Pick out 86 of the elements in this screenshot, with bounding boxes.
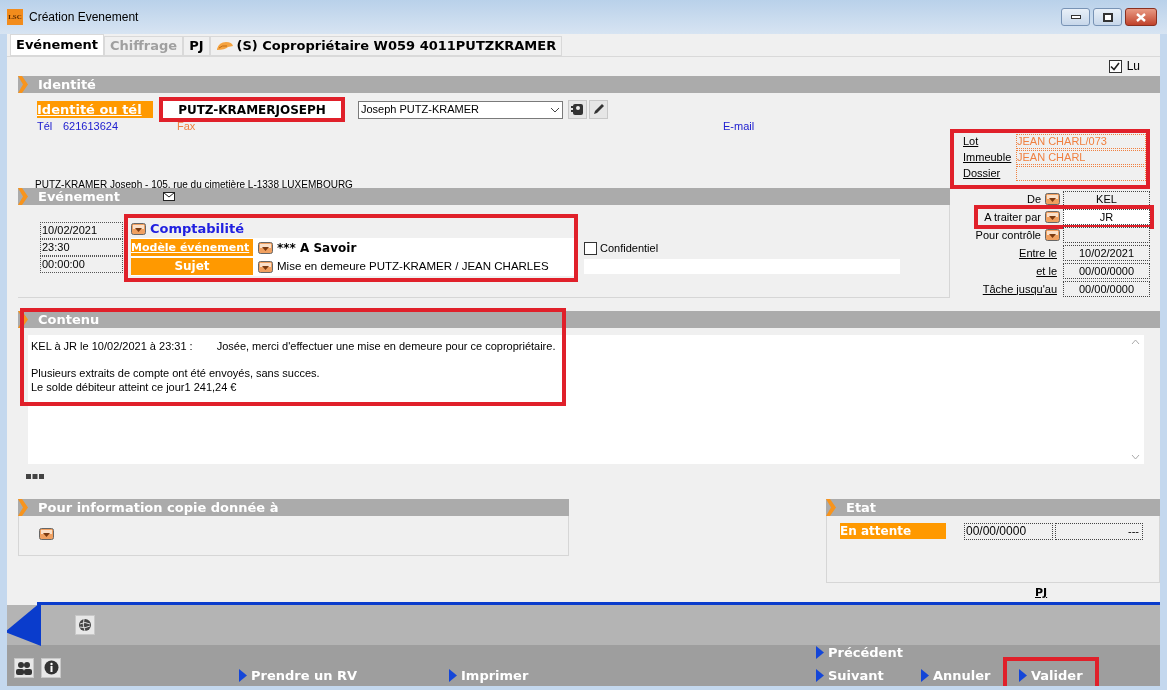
close-button[interactable] <box>1125 8 1157 26</box>
envelope-icon <box>163 192 176 201</box>
section-title: Contenu <box>38 310 100 329</box>
author-text: KEL à JR le 10/02/2021 à 23:31 : <box>31 339 193 353</box>
pencil-icon <box>592 103 605 116</box>
info-button[interactable] <box>41 657 61 678</box>
subject-text: Mise en demeure PUTZ-KRAMER / JEAN CHARLES <box>277 258 549 274</box>
chevron-icon <box>826 499 836 516</box>
field-label: Identité ou tél <box>37 101 153 118</box>
reference-field: JEAN CHARL/073 <box>1016 133 1146 149</box>
value-field[interactable]: 00/00/0000 <box>1063 281 1150 297</box>
field-label: Fax <box>177 119 197 135</box>
duration-field[interactable]: 00:00:00 <box>40 256 123 273</box>
field-label[interactable]: Dossier <box>954 164 1016 182</box>
dropdown-icon[interactable] <box>1045 193 1060 205</box>
triangle-right-icon <box>239 669 247 682</box>
value-field[interactable]: JR <box>1063 209 1150 225</box>
field-label: A traiter par <box>984 209 1041 225</box>
chevron-down-icon <box>550 106 560 113</box>
section-title: Evénement <box>38 188 121 206</box>
category-text: Comptabilité <box>150 220 244 239</box>
checkmark-icon <box>1110 61 1121 71</box>
contact-card-icon <box>571 103 584 116</box>
dropdown-icon[interactable] <box>1045 211 1060 223</box>
contact-dropdown[interactable]: Joseph PUTZ-KRAMER <box>358 100 563 119</box>
section-title: Etat <box>846 498 877 517</box>
window-title: Création Evenement <box>29 9 139 26</box>
section-title: Identité <box>38 75 96 94</box>
contact-card-button[interactable] <box>568 100 587 119</box>
triangle-right-icon <box>816 669 824 682</box>
status-label: En attente <box>840 523 946 539</box>
triangle-right-icon <box>816 646 824 659</box>
tab[interactable]: (S) Copropriétaire W059 4011PUTZKRAMER <box>209 36 563 56</box>
field-label[interactable]: Entre le <box>1019 244 1057 262</box>
tab[interactable]: PJ <box>183 36 210 56</box>
message-text: Josée, merci d'effectuer une mise en demeure pour ce copropriétaire. <box>216 339 556 353</box>
field-label: E-mail <box>723 119 755 135</box>
globe-button[interactable] <box>75 614 95 635</box>
date-field[interactable]: 00/00/0000 <box>964 523 1053 540</box>
close-icon <box>1136 12 1146 22</box>
chevron-icon <box>18 499 28 516</box>
field-label[interactable]: Tâche jusqu'au <box>982 280 1057 298</box>
value-field[interactable]: --- <box>1055 523 1143 540</box>
triangle-right-icon <box>921 669 929 682</box>
confidential-checkbox[interactable]: Confidentiel <box>584 240 900 257</box>
contacts-button[interactable] <box>14 657 34 678</box>
address-text: PUTZ-KRAMER Joseph - 105, rue du cimetière L-1338 LUXEMBOURG <box>35 178 354 191</box>
value-field[interactable]: 00/00/0000 <box>1063 263 1150 279</box>
maximize-button[interactable] <box>1093 8 1122 26</box>
message-text: Le solde débiteur atteint ce jour1 241,24 € <box>31 380 238 394</box>
dropdown-icon[interactable] <box>258 241 273 254</box>
tab[interactable]: Evénement <box>10 34 105 56</box>
attachment-link[interactable]: PJ <box>1035 585 1048 602</box>
message-text: Plusieurs extraits de compte ont été envoyés, sans succes. <box>31 366 321 380</box>
field-label: Sujet <box>131 258 253 275</box>
model-text: *** A Savoir <box>277 239 357 257</box>
field-label: Pour contrôle <box>975 227 1041 243</box>
value-field[interactable] <box>1063 227 1150 243</box>
field-label[interactable]: Lot <box>954 132 1016 150</box>
chevron-icon <box>18 188 28 205</box>
globe-icon <box>78 617 92 632</box>
maximize-icon <box>1102 12 1113 22</box>
value-field[interactable]: 10/02/2021 <box>1063 245 1150 261</box>
phone-number: 621613624 <box>63 119 120 135</box>
dropdown-icon[interactable] <box>131 223 146 235</box>
more-icon[interactable] <box>26 474 44 479</box>
time-field[interactable]: 23:30 <box>40 239 123 256</box>
info-icon <box>43 660 59 675</box>
dropdown-icon[interactable] <box>39 528 54 540</box>
chevron-icon <box>18 76 28 93</box>
field-label[interactable]: Immeuble <box>954 148 1016 166</box>
people-icon <box>16 660 32 675</box>
section-title: Pour information copie donnée à <box>38 498 279 517</box>
reference-field: JEAN CHARL <box>1016 149 1146 165</box>
edit-button[interactable] <box>589 100 608 119</box>
triangle-right-icon <box>449 669 457 682</box>
dropdown-icon[interactable] <box>258 260 273 273</box>
lu-checkbox[interactable]: Lu <box>1108 57 1140 75</box>
minimize-icon <box>1070 15 1081 19</box>
field-label: Tél <box>37 119 54 135</box>
field-label: De <box>1026 191 1041 207</box>
minimize-button[interactable] <box>1061 8 1090 26</box>
field-label[interactable]: et le <box>1036 262 1057 280</box>
triangle-right-icon <box>1019 669 1027 682</box>
date-field[interactable]: 10/02/2021 <box>40 222 123 239</box>
dropdown-icon[interactable] <box>1045 229 1060 241</box>
